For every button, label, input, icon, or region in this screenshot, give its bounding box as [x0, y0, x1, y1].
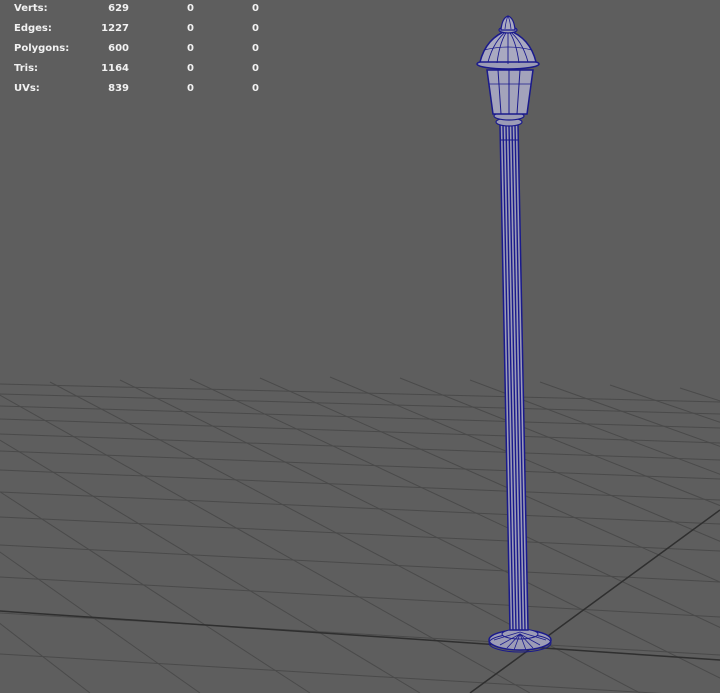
lamp-finial[interactable]: [498, 15, 518, 34]
hud-value-selected: 0: [187, 3, 194, 14]
street-lamp-mesh[interactable]: [476, 15, 552, 653]
hud-value-component: 0: [252, 83, 259, 94]
hud-value-component: 0: [252, 3, 259, 14]
hud-label: UVs:: [14, 83, 40, 94]
grid-axis-lines: [0, 509, 720, 693]
hud-value-selected: 0: [187, 83, 194, 94]
hud-value-selected: 0: [187, 63, 194, 74]
lamp-pole[interactable]: [499, 124, 529, 631]
scene-view[interactable]: [0, 0, 720, 693]
ground-grid: [0, 376, 720, 693]
viewport[interactable]: Verts: 629 0 0 Edges: 1227 0 0 Polygons:…: [0, 0, 720, 693]
hud-value-object: 600: [108, 43, 129, 54]
hud-value-component: 0: [252, 43, 259, 54]
hud-label: Verts:: [14, 3, 48, 14]
hud-label: Edges:: [14, 23, 52, 34]
lamp-canopy[interactable]: [476, 29, 540, 70]
hud-value-component: 0: [252, 23, 259, 34]
hud-value-selected: 0: [187, 23, 194, 34]
hud-value-object: 1164: [101, 63, 129, 74]
hud-label: Polygons:: [14, 43, 70, 54]
hud-value-selected: 0: [187, 43, 194, 54]
hud-label: Tris:: [14, 63, 39, 74]
hud-value-object: 839: [108, 83, 129, 94]
hud-value-object: 1227: [101, 23, 129, 34]
hud-value-component: 0: [252, 63, 259, 74]
hud-value-object: 629: [108, 3, 129, 14]
lamp-lantern[interactable]: [486, 69, 534, 115]
